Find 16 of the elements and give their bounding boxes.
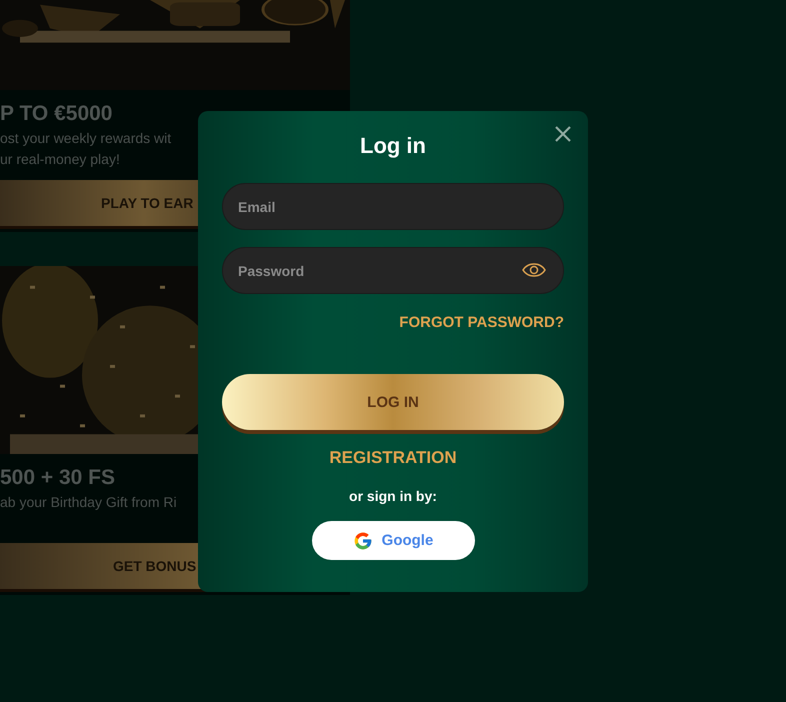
registration-link[interactable]: REGISTRATION: [329, 448, 457, 468]
close-icon: [554, 125, 572, 143]
card-description: ab your Birthday Gift from Ri: [0, 493, 178, 512]
google-icon: [352, 530, 373, 550]
password-field[interactable]: Password: [222, 247, 564, 294]
card-description: ost your weekly rewards wit: [0, 129, 172, 148]
card-description: ur real-money play!: [0, 150, 121, 169]
card-title: P TO €5000: [0, 101, 114, 127]
email-field[interactable]: Email: [222, 183, 564, 230]
card-title: 500 + 30 FS: [0, 465, 116, 491]
google-button[interactable]: Google: [312, 521, 474, 560]
eye-icon[interactable]: [522, 262, 546, 278]
forgot-password-link[interactable]: FORGOT PASSWORD?: [399, 314, 564, 331]
dialog-title: Log in: [360, 133, 426, 159]
login-button[interactable]: LOG IN: [222, 374, 564, 430]
sign-in-label: or sign in by:: [349, 488, 437, 504]
